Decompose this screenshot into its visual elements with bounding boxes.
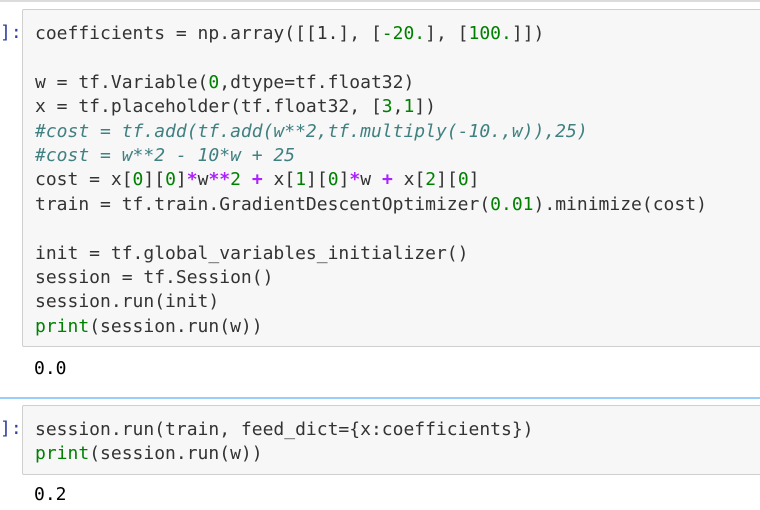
code-token: ] xyxy=(468,169,480,191)
code-token: print xyxy=(35,315,90,337)
cell-1-output: 0.0 xyxy=(34,358,67,379)
code-token: 0 xyxy=(165,169,176,191)
code-token: w = tf.Variable( xyxy=(35,71,209,93)
code-token: #cost = tf.add(tf.add(w**2,tf.multiply(-… xyxy=(35,120,588,142)
code-token: ], [ xyxy=(425,23,469,44)
code-token: (session.run(w)) xyxy=(89,443,263,465)
code-line[interactable]: print(session.run(w)) xyxy=(35,315,263,339)
notebook-top-divider xyxy=(0,0,760,2)
code-token: 100. xyxy=(468,23,512,44)
code-token: 1 xyxy=(295,169,307,191)
code-token: coefficients = np.array([[1.], [ xyxy=(35,23,382,44)
code-token: ]]) xyxy=(511,23,545,44)
code-line[interactable]: session = tf.Session() xyxy=(35,266,273,290)
code-token: -20. xyxy=(381,23,426,44)
code-token: + xyxy=(381,169,393,191)
code-token: ][ xyxy=(436,169,458,191)
cell-2-prompt: ]: xyxy=(0,418,22,439)
code-token: w xyxy=(197,169,209,191)
code-token: 0 xyxy=(208,71,220,93)
code-line[interactable]: coefficients = np.array([[1.], [-20.], [… xyxy=(35,22,544,46)
code-line[interactable]: w = tf.Variable(0,dtype=tf.float32) xyxy=(35,71,414,95)
code-token: 0 xyxy=(457,169,469,191)
code-token: 0 xyxy=(327,169,339,191)
code-token: * xyxy=(349,169,361,191)
code-token: (session.run(w)) xyxy=(89,315,263,337)
code-token: session.run(train, feed_dict={x:coeffici… xyxy=(35,419,534,440)
cell-selection-indicator xyxy=(0,397,760,399)
code-token: cost = x[ xyxy=(35,169,133,191)
code-line[interactable]: session.run(train, feed_dict={x:coeffici… xyxy=(35,418,534,442)
code-token: train = tf.train.GradientDescentOptimize… xyxy=(35,193,491,215)
code-token: ][ xyxy=(143,169,166,191)
code-token: 0.01 xyxy=(490,193,534,215)
code-token: 3 xyxy=(381,96,393,118)
code-token: x[ xyxy=(392,169,426,191)
cell-2-output: 0.2 xyxy=(34,484,67,505)
code-token: print xyxy=(35,443,90,465)
code-token: ] xyxy=(175,169,187,191)
cell-1-prompt: ]: xyxy=(0,22,22,43)
code-line[interactable]: train = tf.train.GradientDescentOptimize… xyxy=(35,193,707,217)
code-line[interactable]: cost = x[0][0]*w**2 + x[1][0]*w + x[2][0… xyxy=(35,168,480,192)
code-token: + xyxy=(251,169,263,191)
code-token: #cost = w**2 - 10*w + 25 xyxy=(35,145,296,166)
code-token: x[ xyxy=(262,169,296,191)
code-line[interactable]: #cost = tf.add(tf.add(w**2,tf.multiply(-… xyxy=(35,120,588,144)
code-token: 2 xyxy=(425,169,437,191)
code-line[interactable]: session.run(init) xyxy=(35,290,219,314)
code-token: x = tf.placeholder(tf.float32, [ xyxy=(35,96,382,118)
code-token: , xyxy=(392,96,404,118)
code-token: 1 xyxy=(403,96,415,118)
code-token: init = tf.global_variables_initializer() xyxy=(35,242,469,264)
code-token: session = tf.Session() xyxy=(35,267,274,288)
code-token: ] xyxy=(338,169,350,191)
code-token: ).minimize(cost) xyxy=(533,193,707,215)
code-line[interactable]: x = tf.placeholder(tf.float32, [3,1]) xyxy=(35,95,436,119)
code-line[interactable]: #cost = w**2 - 10*w + 25 xyxy=(35,144,295,168)
code-line[interactable]: print(session.run(w)) xyxy=(35,442,263,466)
cell-2-input[interactable]: session.run(train, feed_dict={x:coeffici… xyxy=(22,405,760,475)
code-line[interactable]: init = tf.global_variables_initializer() xyxy=(35,242,468,266)
code-token: * xyxy=(186,169,198,191)
code-token: ,dtype=tf.float32) xyxy=(219,71,415,93)
code-token: ][ xyxy=(306,169,328,191)
code-token: session.run(init) xyxy=(35,291,220,313)
code-token: ]) xyxy=(414,96,436,118)
cell-1-input[interactable]: coefficients = np.array([[1.], [-20.], [… xyxy=(22,9,760,347)
code-token: 2 xyxy=(230,169,241,191)
code-token: 0 xyxy=(132,169,144,191)
code-token: ** xyxy=(208,169,231,191)
code-token: w xyxy=(360,169,382,191)
